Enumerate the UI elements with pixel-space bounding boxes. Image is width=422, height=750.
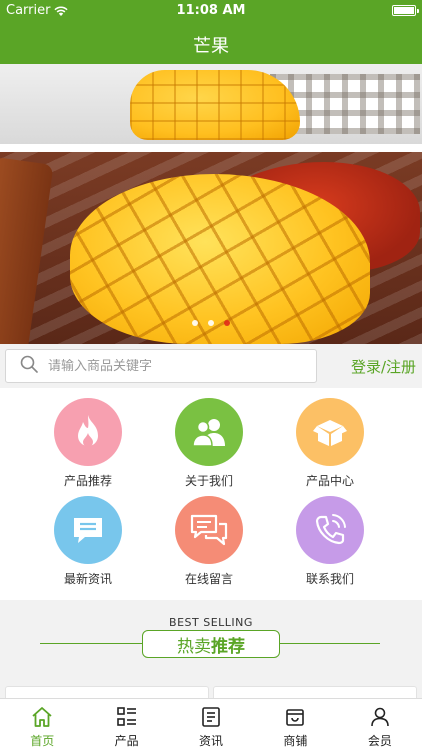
menu-item-online-message[interactable]: 在线留言 [149, 496, 269, 587]
menu-item-about-us[interactable]: 关于我们 [149, 398, 269, 489]
page-title: 芒果 [193, 36, 229, 57]
carousel-dot[interactable] [208, 320, 214, 326]
best-selling-title: 热卖 推荐 [142, 630, 280, 658]
tab-label: 商铺 [283, 734, 308, 748]
battery-icon [392, 5, 419, 16]
carousel-dots[interactable] [0, 320, 422, 326]
product-cards-row [0, 672, 422, 706]
menu-item-product-recommend[interactable]: 产品推荐 [28, 398, 148, 489]
best-selling-title-part2: 推荐 [211, 636, 245, 657]
divider-line-right [280, 643, 380, 644]
menu-label: 联系我们 [305, 572, 354, 586]
search-box[interactable] [5, 349, 317, 383]
tab-products[interactable]: 产品 [84, 699, 168, 750]
divider-line-left [40, 643, 142, 644]
tab-label: 产品 [114, 734, 139, 748]
menu-item-product-center[interactable]: 产品中心 [270, 398, 390, 489]
tab-bar: 首页 产品 资讯 商铺 会员 [0, 698, 422, 750]
grid-list-icon [115, 705, 139, 729]
menu-item-latest-news[interactable]: 最新资讯 [28, 496, 148, 587]
tab-label: 资讯 [199, 734, 224, 748]
tab-news[interactable]: 资讯 [169, 699, 253, 750]
banner-carousel[interactable] [0, 64, 422, 344]
login-register-link[interactable]: 登录/注册 [351, 356, 416, 377]
user-icon [368, 705, 392, 729]
menu-label: 关于我们 [184, 474, 233, 488]
best-selling-english: BEST SELLING [169, 616, 253, 629]
tab-member[interactable]: 会员 [338, 699, 422, 750]
best-selling-title-part1: 热卖 [177, 636, 211, 657]
search-row: 登录/注册 [0, 344, 422, 388]
menu-grid: 产品推荐 关于我们 产品中心 最新资讯 在线留言 联系我们 [0, 388, 422, 600]
users-icon [175, 398, 243, 466]
search-icon [20, 355, 38, 377]
status-bar: Carrier 11:08 AM [0, 0, 422, 22]
top-bar: Carrier 11:08 AM 芒果 [0, 0, 422, 64]
news-icon [199, 705, 223, 729]
tab-store[interactable]: 商铺 [253, 699, 337, 750]
tab-home[interactable]: 首页 [0, 699, 84, 750]
chat-bubbles-icon [175, 496, 243, 564]
box-icon [296, 398, 364, 466]
menu-label: 最新资讯 [63, 572, 112, 586]
tab-label: 会员 [367, 734, 392, 748]
menu-label: 在线留言 [184, 572, 233, 586]
carousel-dot[interactable] [192, 320, 198, 326]
search-input[interactable] [48, 358, 288, 374]
store-icon [283, 705, 307, 729]
menu-item-contact-us[interactable]: 联系我们 [270, 496, 390, 587]
best-selling-section: BEST SELLING 热卖 推荐 [0, 600, 422, 672]
phone-icon [296, 496, 364, 564]
menu-label: 产品中心 [305, 474, 354, 488]
mango-image-small [130, 70, 300, 140]
status-time: 11:08 AM [176, 3, 246, 18]
flame-icon [54, 398, 122, 466]
mango-image-main [70, 174, 370, 344]
home-icon [30, 705, 54, 729]
menu-label: 产品推荐 [63, 474, 112, 488]
carousel-dot[interactable] [224, 320, 230, 326]
banner-divider [0, 144, 422, 152]
message-icon [54, 496, 122, 564]
tab-label: 首页 [30, 734, 55, 748]
banner-image-top [0, 64, 422, 144]
